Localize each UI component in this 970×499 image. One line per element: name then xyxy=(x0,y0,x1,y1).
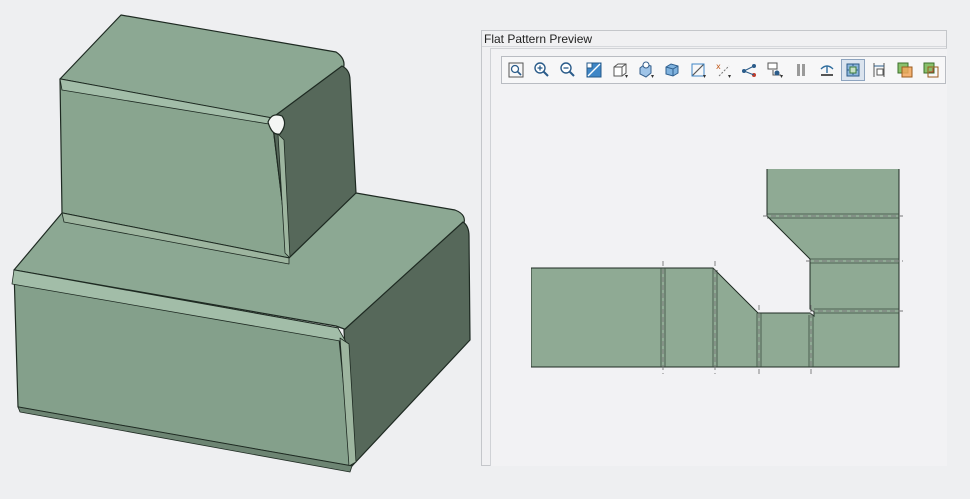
flat-pattern-drawing[interactable] xyxy=(531,169,911,384)
preview-viewport[interactable]: x xyxy=(490,48,947,466)
refit-icon xyxy=(586,62,602,78)
flat-pattern-preview-window: Flat Pattern Preview x xyxy=(481,30,947,466)
bend-lines-icon xyxy=(742,64,757,77)
datum-display-button[interactable] xyxy=(686,59,710,81)
view-manager-button[interactable] xyxy=(660,59,684,81)
preview-toolbar: x xyxy=(501,56,946,84)
measure-icon xyxy=(767,62,784,78)
dimension-icon xyxy=(873,63,885,77)
annotation-display-button[interactable]: x xyxy=(712,59,736,81)
dimension-button[interactable] xyxy=(867,59,891,81)
svg-text:x: x xyxy=(716,62,721,71)
compare-button[interactable] xyxy=(919,59,943,81)
bend-lines-button[interactable] xyxy=(737,59,761,81)
show-flat-pattern-button[interactable] xyxy=(841,59,866,81)
zoom-in-button[interactable] xyxy=(530,59,554,81)
pause-button[interactable] xyxy=(789,59,813,81)
measure-button[interactable] xyxy=(763,59,787,81)
zoom-window-button[interactable] xyxy=(504,59,528,81)
overlay-icon xyxy=(897,62,913,78)
zoom-out-button[interactable] xyxy=(556,59,580,81)
datum-display-icon xyxy=(691,63,706,78)
display-style-icon xyxy=(613,63,628,78)
zoom-in-icon xyxy=(534,62,549,77)
show-flat-pattern-icon xyxy=(846,63,860,77)
sheet-metal-model-3d[interactable] xyxy=(0,0,480,499)
compare-icon xyxy=(923,62,939,78)
spin-center-icon xyxy=(820,65,834,76)
title-divider xyxy=(482,46,946,47)
pause-icon xyxy=(797,64,806,76)
window-title: Flat Pattern Preview xyxy=(484,32,593,46)
display-style-button[interactable] xyxy=(608,59,632,81)
spin-center-button[interactable] xyxy=(815,59,839,81)
zoom-out-icon xyxy=(560,62,575,77)
saved-orientations-button[interactable] xyxy=(634,59,658,81)
view-manager-icon xyxy=(665,63,679,77)
refit-button[interactable] xyxy=(582,59,606,81)
overlay-button[interactable] xyxy=(893,59,917,81)
zoom-window-icon xyxy=(508,62,524,78)
annotation-display-icon: x xyxy=(716,62,732,78)
saved-orientations-icon xyxy=(639,61,654,78)
